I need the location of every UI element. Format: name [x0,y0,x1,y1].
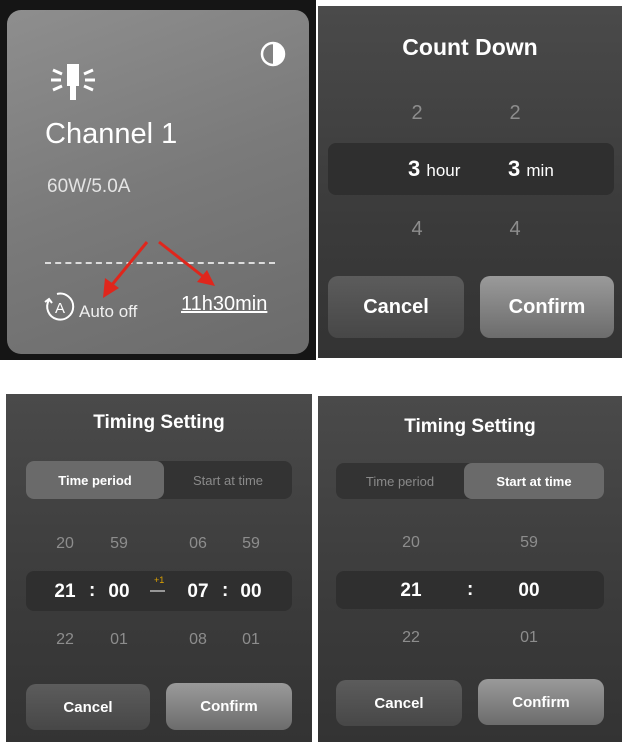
hour-prev: 2 [411,102,423,124]
tab-time-period[interactable]: Time period [26,461,164,499]
tab-time-period[interactable]: Time period [336,463,464,499]
range-dash: — [150,582,165,599]
start-hour-prev: 20 [402,534,420,551]
channel-card[interactable]: Channel 1 60W/5.0A A Auto off 11h30min [7,10,309,354]
period-prev-start-min: 59 [110,535,128,552]
period-prev-start-hour: 20 [56,535,74,552]
period-next-start-hour: 22 [56,631,74,648]
period-start-hour[interactable]: 21 [40,581,90,603]
min-unit: min [526,161,554,180]
period-next-end-hour: 08 [189,631,207,648]
timing-start-panel: Timing Setting Time period Start at time… [318,396,622,742]
countdown-panel: Count Down 2 2 3 hour 3 min 4 4 Cancel C… [318,6,622,358]
period-prev-end-hour: 06 [189,535,207,552]
hour-unit: hour [426,161,461,180]
timing-period-title: Timing Setting [93,412,225,433]
period-end-min[interactable]: 00 [226,581,276,603]
hour-next: 4 [411,218,423,240]
start-min-prev: 59 [520,534,538,551]
start-colon: : [467,579,474,600]
countdown-confirm-button[interactable]: Confirm [480,276,614,338]
timing-start-title: Timing Setting [404,416,536,437]
start-hour-next: 22 [402,629,420,646]
period-next-start-min: 01 [110,631,128,648]
start-hour-selected[interactable]: 21 [386,580,436,602]
min-next: 4 [509,218,521,240]
tab-start-at-time[interactable]: Start at time [164,461,292,499]
period-next-end-min: 01 [242,631,260,648]
start-confirm-button[interactable]: Confirm [478,679,604,725]
period-start-min[interactable]: 00 [94,581,144,603]
start-cancel-button[interactable]: Cancel [336,680,462,726]
period-cancel-button[interactable]: Cancel [26,684,150,730]
start-min-next: 01 [520,629,538,646]
channel-card-panel: Channel 1 60W/5.0A A Auto off 11h30min [0,0,316,360]
min-picker[interactable]: 3 min [508,156,554,182]
period-prev-end-min: 59 [242,535,260,552]
hour-selected: 3 [408,156,421,181]
period-confirm-button[interactable]: Confirm [166,683,292,730]
timing-period-panel: Timing Setting Time period Start at time… [6,394,312,742]
tab-start-at-time[interactable]: Start at time [464,463,604,499]
start-min-selected[interactable]: 00 [504,580,554,602]
countdown-title: Count Down [402,34,538,60]
min-selected: 3 [508,156,521,181]
hour-picker[interactable]: 3 hour [408,156,460,182]
period-end-hour[interactable]: 07 [173,581,223,603]
countdown-cancel-button[interactable]: Cancel [328,276,464,338]
min-prev: 2 [509,102,521,124]
annotation-arrows [103,240,215,298]
selection-band [328,143,614,195]
